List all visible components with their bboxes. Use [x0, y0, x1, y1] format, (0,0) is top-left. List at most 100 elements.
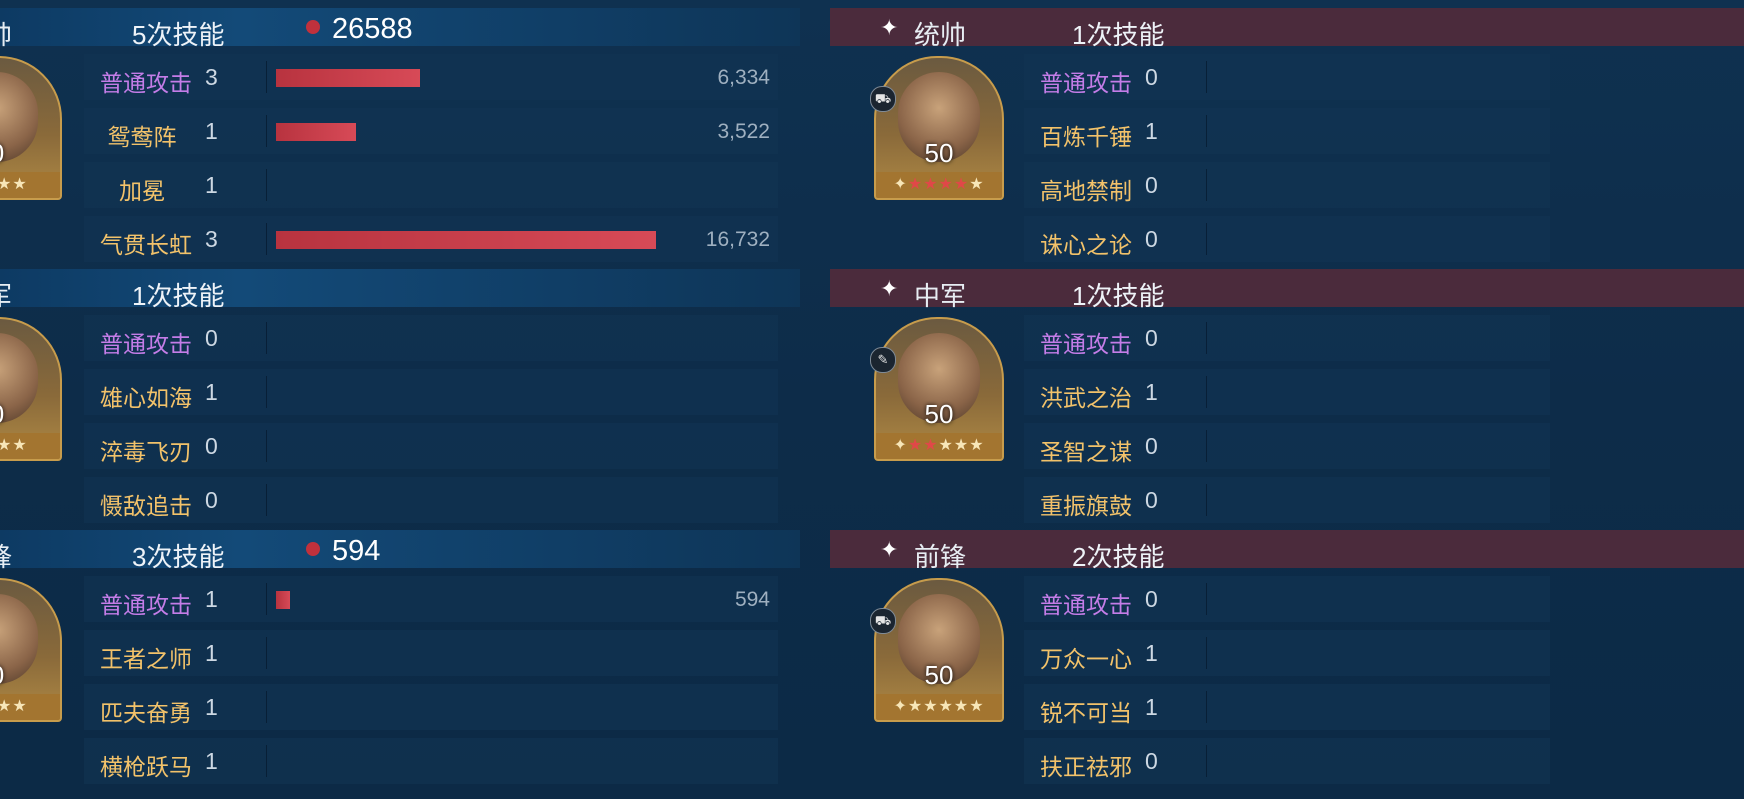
group-header: ✦ 前锋 2次技能 — [830, 530, 1744, 572]
skill-name: 匹夫奋勇 — [100, 700, 192, 726]
total-damage-value: 594 — [332, 535, 381, 567]
hero-stars: ★★★★ — [0, 172, 60, 198]
skill-name: 万众一心 — [1040, 646, 1132, 672]
total-damage: 594 — [306, 535, 380, 568]
skill-row: 鸳鸯阵 1 3,522 — [84, 108, 778, 154]
row-divider — [266, 745, 267, 777]
row-divider — [1206, 322, 1207, 354]
skill-use-count: 1 — [205, 586, 218, 612]
skill-name: 淬毒飞刃 — [100, 439, 192, 465]
row-divider — [266, 691, 267, 723]
skill-use-count: 0 — [1145, 433, 1158, 459]
skill-name: 慑敌追击 — [100, 493, 192, 519]
role-label: 中军 — [914, 281, 967, 311]
sparkle-icon: ✦ — [880, 537, 899, 562]
skill-use-count: 0 — [205, 433, 218, 459]
skill-name: 重振旗鼓 — [1040, 493, 1132, 519]
hero-level: 0 — [0, 138, 60, 169]
skill-row: 高地禁制 0 — [1024, 162, 1550, 208]
skill-row: 普通攻击 0 — [1024, 576, 1550, 622]
hero-level: 0 — [0, 399, 60, 430]
damage-bar — [276, 231, 656, 249]
row-divider — [266, 583, 267, 615]
hero-portrait[interactable]: 0 ★★★★ — [0, 317, 62, 461]
hero-portrait[interactable]: 50 ✦★★★★★ — [874, 578, 1004, 722]
skill-name: 鸳鸯阵 — [107, 124, 177, 150]
row-divider — [1206, 223, 1207, 255]
skill-row: 诛心之论 0 — [1024, 216, 1550, 262]
right-group-0: ✦ 统帅 1次技能 50 ✦★★★★★ ⛟ 普通攻击 0 百炼千锤 1 高地禁制 0 诛心之论 0 — [830, 0, 1744, 262]
skill-name: 雄心如海 — [100, 385, 192, 411]
left-group-1: 军 1次技能 0 ★★★★ 普通攻击 0 雄心如海 1 淬毒飞刃 0 慑敌追击 0 — [0, 261, 800, 523]
skill-row: 气贯长虹 3 16,732 — [84, 216, 778, 262]
skill-name: 普通攻击 — [1040, 331, 1132, 357]
skill-row: 普通攻击 0 — [1024, 54, 1550, 100]
skill-row: 百炼千锤 1 — [1024, 108, 1550, 154]
skill-use-count: 1 — [205, 172, 218, 198]
skill-use-count: 0 — [1145, 487, 1158, 513]
skill-row: 匹夫奋勇 1 — [84, 684, 778, 730]
skill-count: 5次技能 — [132, 20, 225, 50]
troop-type-icon: ⛟ — [870, 608, 896, 634]
right-group-1: ✦ 中军 1次技能 50 ✦★★★★★ ✎ 普通攻击 0 洪武之治 1 圣智之谋 0 重振旗鼓 0 — [830, 261, 1744, 523]
damage-value: 3,522 — [717, 120, 770, 143]
role-label: 军 — [0, 276, 12, 313]
group-header: 军 1次技能 — [0, 269, 800, 311]
row-divider — [266, 322, 267, 354]
skill-name: 气贯长虹 — [100, 232, 192, 258]
skill-row: 淬毒飞刃 0 — [84, 423, 778, 469]
damage-bar — [276, 123, 356, 141]
skill-row: 普通攻击 1 594 — [84, 576, 778, 622]
row-divider — [266, 61, 267, 93]
skill-count: 3次技能 — [132, 542, 225, 572]
skill-use-count: 1 — [205, 694, 218, 720]
damage-value: 594 — [734, 588, 770, 611]
hero-level: 0 — [0, 660, 60, 691]
damage-dot-icon — [306, 20, 320, 35]
group-header: 锋 3次技能 594 — [0, 530, 800, 572]
hero-stars: ✦★★★★★ — [876, 172, 1002, 198]
damage-value: 16,732 — [705, 228, 770, 251]
group-header: 帅 5次技能 26588 — [0, 8, 800, 50]
skill-use-count: 3 — [205, 226, 218, 252]
row-divider — [1206, 115, 1207, 147]
hero-portrait[interactable]: 0 ★★★★ — [0, 56, 62, 200]
skill-name: 高地禁制 — [1040, 178, 1132, 204]
hero-portrait[interactable]: 50 ✦★★★★★ — [874, 317, 1004, 461]
skill-name: 王者之师 — [100, 646, 192, 672]
skill-row: 重振旗鼓 0 — [1024, 477, 1550, 523]
hero-stars: ✦★★★★★ — [876, 433, 1002, 459]
hero-level: 50 — [924, 660, 954, 690]
skill-use-count: 0 — [1145, 586, 1158, 612]
skill-use-count: 1 — [1145, 640, 1158, 666]
hero-stars: ★★★★ — [0, 694, 60, 720]
hero-portrait[interactable]: 50 ✦★★★★★ — [874, 56, 1004, 200]
skill-row: 普通攻击 0 — [1024, 315, 1550, 361]
row-divider — [1206, 376, 1207, 408]
role-label: 锋 — [0, 537, 12, 574]
skill-row: 普通攻击 0 — [84, 315, 778, 361]
skill-name: 百炼千锤 — [1040, 124, 1132, 150]
skill-use-count: 1 — [205, 748, 218, 774]
left-group-0: 帅 5次技能 26588 0 ★★★★ 普通攻击 3 6,334 鸳鸯阵 1 3,522 加冕 1 气贯长… — [0, 0, 800, 262]
total-damage-value: 26588 — [332, 13, 413, 45]
role-label: 帅 — [0, 15, 12, 52]
skill-name: 横枪跃马 — [100, 754, 192, 780]
sparkle-icon: ✦ — [880, 276, 899, 301]
skill-name: 普通攻击 — [1040, 592, 1132, 618]
row-divider — [266, 376, 267, 408]
skill-use-count: 1 — [205, 379, 218, 405]
row-divider — [266, 223, 267, 255]
sparkle-icon: ✦ — [880, 15, 899, 40]
damage-dot-icon — [306, 542, 320, 557]
group-header: ✦ 统帅 1次技能 — [830, 8, 1744, 50]
hero-portrait[interactable]: 0 ★★★★ — [0, 578, 62, 722]
role-label: 统帅 — [914, 20, 967, 50]
skill-count: 1次技能 — [1072, 281, 1165, 311]
skill-use-count: 1 — [205, 640, 218, 666]
skill-count: 1次技能 — [1072, 20, 1165, 50]
row-divider — [266, 637, 267, 669]
troop-type-icon: ✎ — [870, 347, 896, 373]
row-divider — [266, 484, 267, 516]
row-divider — [266, 169, 267, 201]
